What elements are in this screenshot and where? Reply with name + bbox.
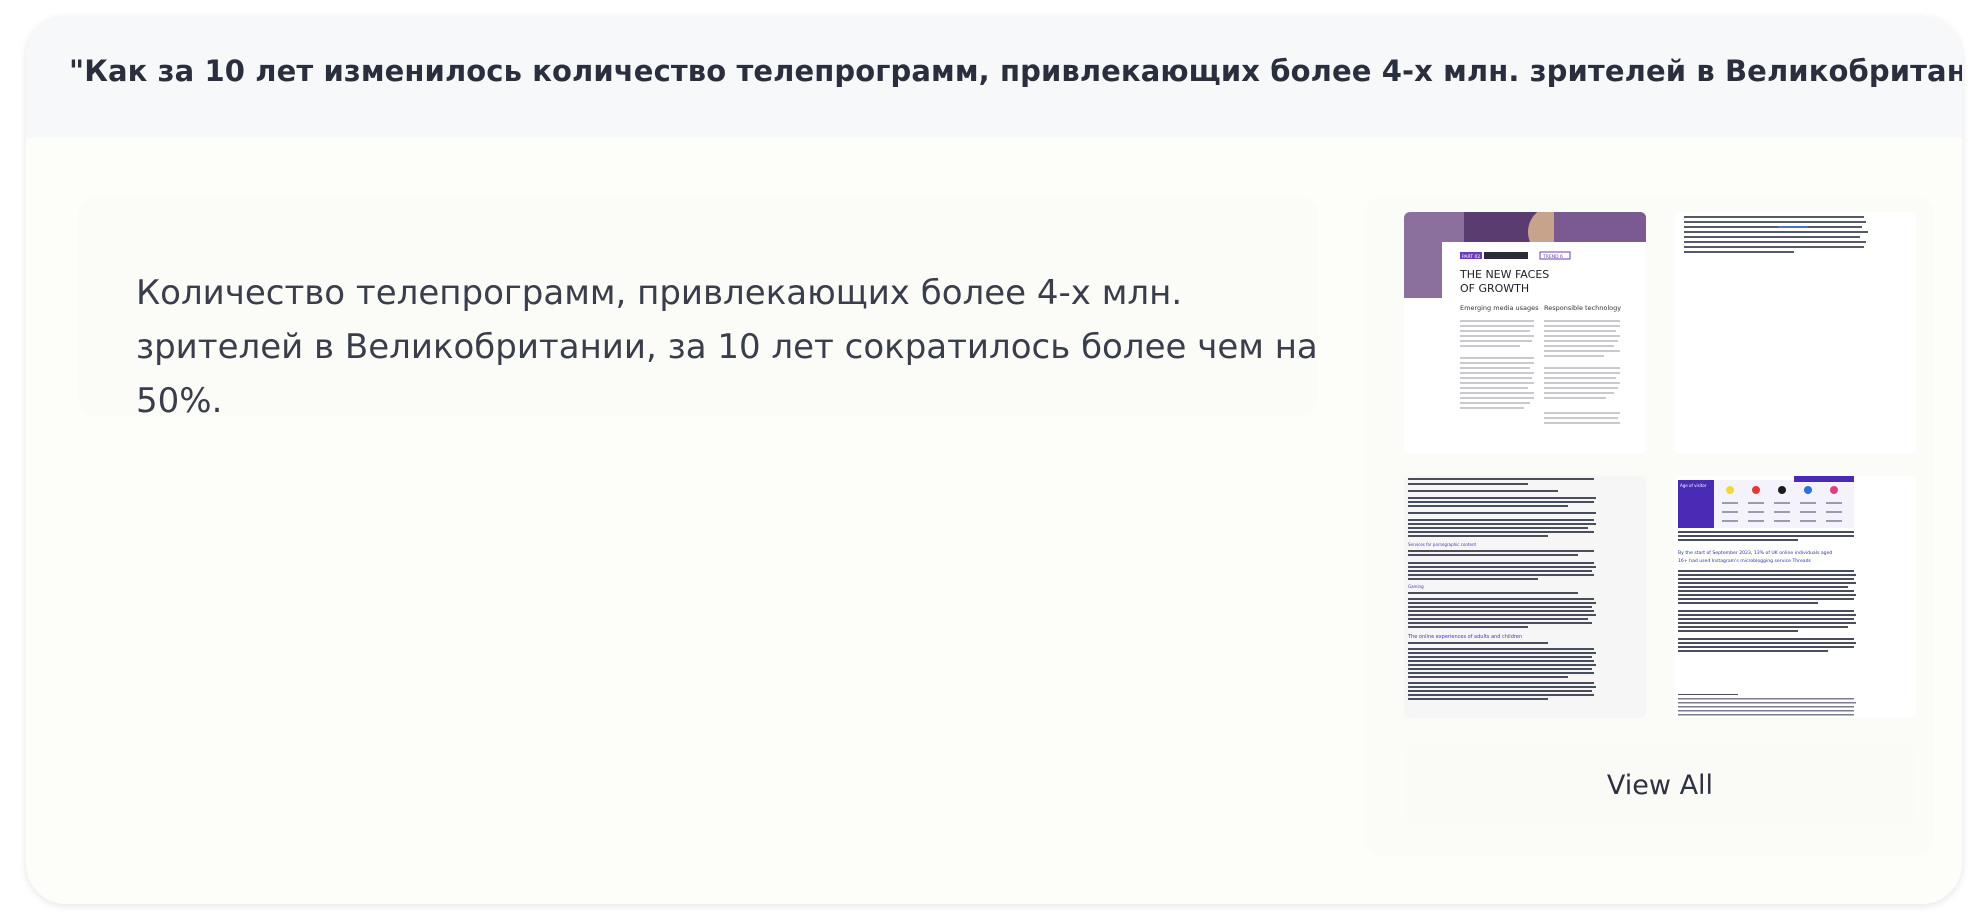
question-title: "Как за 10 лет изменилось количество тел… [69,54,1962,88]
source-thumbnail-4[interactable]: Age of visitor By the start of September… [1674,476,1916,718]
source-thumbnail-1[interactable]: PART 02 TREND 6 THE NEW FACES OF GROWTH … [1404,212,1646,454]
answer-panel: Количество телепрограмм, привлекающих бо… [78,196,1318,421]
source-thumbnail-3[interactable]: Services for pornographic content Gaming… [1404,476,1646,718]
table-header: Age of visitor [1680,483,1707,488]
thumbnail-page-image: Services for pornographic content Gaming… [1404,476,1646,718]
part-tag: PART 02 [1462,254,1480,260]
answer-text: Количество телепрограмм, привлекающих бо… [136,273,1318,421]
trend-tag: TREND 6 [1542,254,1563,260]
headline-line-1: By the start of September 2023, 13% of U… [1678,550,1832,556]
answer-card: "Как за 10 лет изменилось количество тел… [26,16,1962,904]
col1-heading: Emerging media usages [1460,304,1539,312]
col2-heading: Responsible technology [1544,304,1621,312]
source-thumbnail-2[interactable] [1674,212,1916,454]
subheading-1: Services for pornographic content [1408,542,1476,547]
headline-line-2: 16+ had used Instagram's microblogging s… [1678,558,1812,564]
sources-panel: PART 02 TREND 6 THE NEW FACES OF GROWTH … [1364,196,1934,856]
thumbnail-page-image [1674,212,1916,454]
thumb-title-line2: OF GROWTH [1460,282,1529,295]
thumbnail-page-image: PART 02 TREND 6 THE NEW FACES OF GROWTH … [1404,212,1646,454]
card-header: "Как за 10 лет изменилось количество тел… [26,16,1962,138]
view-all-button[interactable]: View All [1404,744,1916,826]
subheading-2: Gaming [1408,584,1424,589]
subheading-3: The online experiences of adults and chi… [1407,634,1522,640]
thumbnail-page-image: Age of visitor By the start of September… [1674,476,1916,718]
thumb-title-line1: THE NEW FACES [1459,268,1549,281]
